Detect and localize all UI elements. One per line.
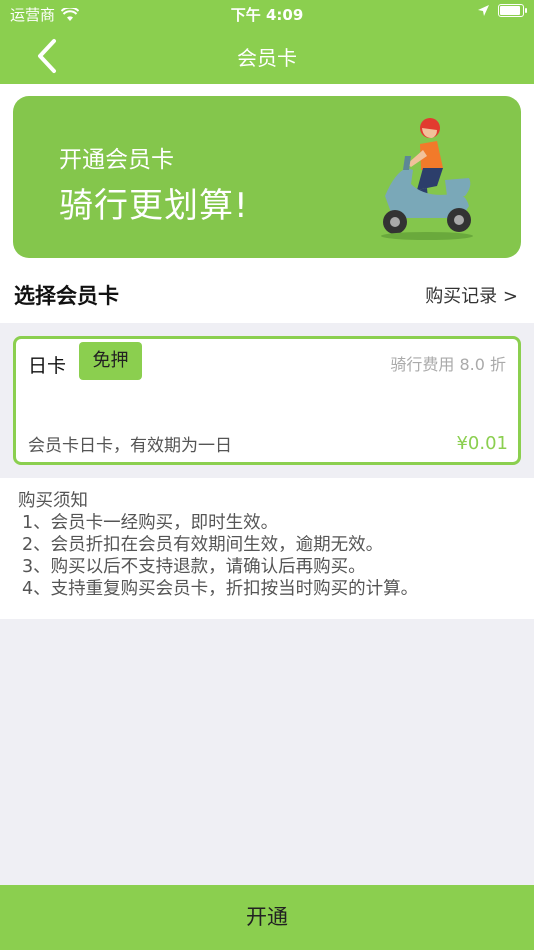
page-title: 会员卡 — [237, 46, 297, 70]
battery-icon — [498, 4, 527, 17]
location-arrow-icon — [478, 5, 489, 16]
purchase-history-link[interactable]: 购买记录 > — [425, 282, 518, 308]
card-name: 日卡 — [28, 355, 67, 377]
activate-button[interactable]: 开通 — [0, 885, 534, 950]
status-bar: 运营商 下午 4:09 — [0, 0, 534, 28]
banner-subtitle: 开通会员卡 — [59, 147, 174, 173]
notice-title: 购买须知 — [18, 491, 88, 511]
purchase-notice: 购买须知 1、会员卡一经购买，即时生效。 2、会员折扣在会员有效期间生效，逾期无… — [0, 478, 534, 619]
deposit-free-badge: 免押 — [79, 342, 142, 380]
banner-headline: 骑行更划算! — [59, 186, 249, 226]
status-time: 下午 4:09 — [230, 6, 304, 24]
scooter-rider-illustration — [381, 118, 473, 240]
header: 运营商 下午 4:09 会员卡 — [0, 0, 534, 84]
membership-card-day[interactable]: 日卡 免押 骑行费用 8.0 折 会员卡日卡，有效期为一日 ¥0.01 — [13, 336, 521, 465]
notice-item: 2、会员折扣在会员有效期间生效，逾期无效。 — [22, 535, 384, 555]
section-title: 选择会员卡 — [14, 284, 119, 308]
nav-bar: 会员卡 — [0, 28, 534, 84]
banner-section: 开通会员卡 骑行更划算! 选择会员卡 购买记录 > — [0, 84, 534, 323]
section-header: 选择会员卡 购买记录 > — [0, 274, 534, 314]
notice-item: 1、会员卡一经购买，即时生效。 — [22, 513, 279, 533]
status-right — [477, 4, 527, 17]
promo-banner: 开通会员卡 骑行更划算! — [13, 96, 521, 258]
notice-item: 4、支持重复购买会员卡，折扣按当时购买的计算。 — [22, 579, 419, 599]
card-price: ¥0.01 — [456, 433, 508, 454]
card-discount: 骑行费用 8.0 折 — [390, 355, 506, 374]
notice-item: 3、购买以后不支持退款，请确认后再购买。 — [22, 557, 366, 577]
card-description: 会员卡日卡，有效期为一日 — [28, 436, 232, 456]
